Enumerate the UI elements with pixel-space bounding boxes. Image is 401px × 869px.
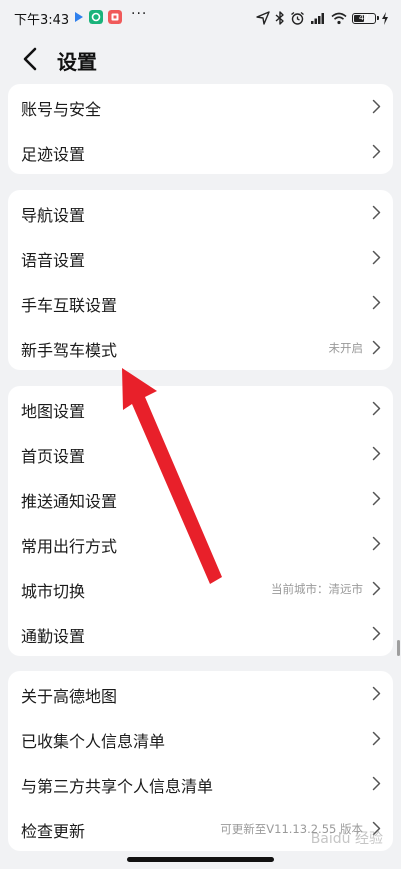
chevron-right-icon (372, 776, 381, 791)
row-label: 通勤设置 (21, 627, 86, 646)
row-label: 城市切换 (21, 582, 86, 601)
chevron-right-icon (372, 99, 381, 114)
row-voice-settings[interactable]: 语音设置 (8, 235, 393, 280)
row-account-security[interactable]: 账号与安全 (8, 84, 393, 129)
row-label: 导航设置 (21, 206, 86, 225)
chevron-right-icon (372, 581, 381, 596)
page-title: 设置 (57, 50, 97, 74)
chevron-right-icon (372, 446, 381, 461)
status-time: 下午3:43 (14, 13, 70, 28)
row-city-switch[interactable]: 城市切换 当前城市：清远市 (8, 566, 393, 611)
row-map-settings[interactable]: 地图设置 (8, 386, 393, 431)
home-indicator[interactable] (127, 857, 274, 862)
row-label: 检查更新 (21, 822, 86, 841)
settings-section-account: 账号与安全 足迹设置 (8, 84, 393, 174)
row-collected-personal-info[interactable]: 已收集个人信息清单 (8, 716, 393, 761)
chevron-right-icon (372, 295, 381, 310)
green-app-icon (89, 10, 103, 24)
row-label: 推送通知设置 (21, 492, 118, 511)
row-label: 足迹设置 (21, 145, 86, 164)
scrollbar[interactable] (397, 640, 400, 656)
row-label: 已收集个人信息清单 (21, 732, 166, 751)
settings-section-navigation: 导航设置 语音设置 手车互联设置 新手驾车模式 未开启 (8, 190, 393, 370)
wifi-icon (331, 12, 347, 24)
chevron-right-icon (372, 144, 381, 159)
alarm-icon (291, 11, 304, 25)
row-label: 账号与安全 (21, 100, 102, 119)
row-travel-mode[interactable]: 常用出行方式 (8, 521, 393, 566)
row-phone-car-link[interactable]: 手车互联设置 (8, 280, 393, 325)
chevron-right-icon (372, 401, 381, 416)
watermark-logo: Baidu 经验 (310, 831, 383, 847)
location-icon (256, 11, 270, 25)
row-label: 手车互联设置 (21, 296, 118, 315)
row-label: 首页设置 (21, 447, 86, 466)
row-status-value: 未开启 (328, 341, 364, 355)
status-bar: 下午3:43 ··· 47 (0, 0, 401, 36)
chevron-left-icon[interactable] (16, 44, 46, 74)
settings-section-map: 地图设置 首页设置 推送通知设置 常用出行方式 城市切换 当前城市：清远市 通勤… (8, 386, 393, 656)
battery-level: 47 (358, 12, 370, 22)
signal-icon (311, 12, 324, 24)
chevron-right-icon (372, 250, 381, 265)
row-commute-settings[interactable]: 通勤设置 (8, 611, 393, 656)
charging-icon (382, 11, 388, 25)
row-label: 常用出行方式 (21, 537, 118, 556)
chevron-right-icon (372, 626, 381, 641)
page-header: 设置 (0, 36, 401, 80)
row-label: 关于高德地图 (21, 687, 118, 706)
chevron-right-icon (372, 731, 381, 746)
battery-icon: 47 (352, 12, 379, 24)
row-novice-driving-mode[interactable]: 新手驾车模式 未开启 (8, 325, 393, 370)
chevron-right-icon (372, 491, 381, 506)
chevron-right-icon (372, 205, 381, 220)
chevron-right-icon (372, 686, 381, 701)
chevron-right-icon (372, 340, 381, 355)
row-footprint-settings[interactable]: 足迹设置 (8, 129, 393, 174)
row-about-amap[interactable]: 关于高德地图 (8, 671, 393, 716)
status-right-icons: 47 (256, 8, 389, 28)
row-homepage-settings[interactable]: 首页设置 (8, 431, 393, 476)
row-label: 新手驾车模式 (21, 341, 118, 360)
chevron-right-icon (372, 536, 381, 551)
row-push-notification-settings[interactable]: 推送通知设置 (8, 476, 393, 521)
play-icon (75, 12, 83, 22)
row-third-party-shared-info[interactable]: 与第三方共享个人信息清单 (8, 761, 393, 806)
bluetooth-icon (275, 11, 284, 25)
row-label: 地图设置 (21, 402, 86, 421)
row-label: 与第三方共享个人信息清单 (21, 777, 214, 796)
row-current-city-value: 当前城市：清远市 (271, 582, 363, 596)
more-notifications-icon: ··· (131, 6, 148, 22)
settings-section-about: 关于高德地图 已收集个人信息清单 与第三方共享个人信息清单 检查更新 可更新至V… (8, 671, 393, 851)
row-label: 语音设置 (21, 251, 86, 270)
row-navigation-settings[interactable]: 导航设置 (8, 190, 393, 235)
red-app-icon (108, 10, 122, 24)
